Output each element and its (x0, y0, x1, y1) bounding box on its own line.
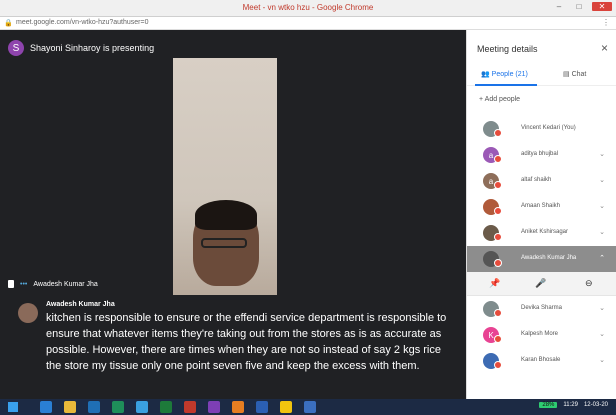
chevron-down-icon[interactable]: ⌄ (599, 356, 605, 364)
app-icon[interactable] (136, 401, 148, 413)
mute-participant-icon[interactable]: 🎤 (535, 278, 546, 289)
active-tab-indicator (475, 84, 537, 86)
battery-indicator[interactable]: 28% (539, 402, 558, 408)
participant-row[interactable]: Vincent Kedari (You) (467, 116, 616, 142)
caption-speaker-name: Awadesh Kumar Jha (46, 301, 115, 308)
mic-off-icon (494, 207, 502, 215)
participant-actions: 📌 🎤 ⊖ (467, 272, 616, 296)
address-bar[interactable]: 🔒 meet.google.com/vn-wtko-hzu?authuser=0… (0, 17, 616, 30)
meeting-details-panel: Meeting details × 👥 People (21) ▤ Chat +… (466, 30, 616, 399)
mic-off-icon (494, 155, 502, 163)
panel-tabs: 👥 People (21) ▤ Chat (467, 66, 616, 86)
chevron-down-icon[interactable]: ⌄ (599, 330, 605, 338)
taskbar-apps (40, 401, 316, 413)
browser-menu-icon[interactable]: ⋮ (602, 18, 610, 27)
mic-off-icon (494, 259, 502, 267)
clock-time[interactable]: 11:29 (563, 402, 578, 408)
window-title: Meet - vn wtko hzu - Google Chrome (242, 3, 374, 12)
presenter-indicator: S Shayoni Sinharoy is presenting (8, 40, 154, 56)
add-people-label: Add people (484, 96, 521, 103)
captions-panel: Awadesh Kumar Jha kitchen is responsible… (0, 295, 466, 399)
outlook-icon[interactable] (88, 401, 100, 413)
tab-people[interactable]: 👥 People (21) (481, 70, 528, 78)
chevron-down-icon[interactable]: ⌄ (599, 228, 605, 236)
people-icon: 👥 (481, 71, 490, 78)
chevron-down-icon[interactable]: ⌄ (599, 304, 605, 312)
url-text[interactable]: meet.google.com/vn-wtko-hzu?authuser=0 (16, 19, 149, 26)
close-window-button[interactable]: ✕ (592, 2, 612, 11)
app-icon[interactable] (112, 401, 124, 413)
word-icon[interactable] (256, 401, 268, 413)
firefox-icon[interactable] (232, 401, 244, 413)
chevron-down-icon[interactable]: ⌄ (599, 202, 605, 210)
participant-row[interactable]: Karan Bhosale ⌄ (467, 348, 616, 374)
onenote-icon[interactable] (208, 401, 220, 413)
mic-off-icon (494, 361, 502, 369)
participant-name: Karan Bhosale (521, 357, 561, 363)
file-explorer-icon[interactable] (64, 401, 76, 413)
caption-speaker-avatar (18, 303, 38, 323)
speaker-strip: ••• Awadesh Kumar Jha (8, 280, 98, 288)
mic-off-icon (494, 181, 502, 189)
participant-name: Aniket Kshirsagar (521, 229, 569, 235)
presenter-text: Shayoni Sinharoy is presenting (30, 43, 155, 53)
participant-name: altaf shaikh (521, 177, 552, 183)
participant-list: Vincent Kedari (You) a aditya bhujbal ⌄ … (467, 116, 616, 374)
start-icon[interactable] (8, 402, 18, 412)
panel-title: Meeting details (477, 44, 538, 54)
chevron-down-icon[interactable]: ⌄ (599, 176, 605, 184)
chrome-icon[interactable] (280, 401, 292, 413)
mic-off-icon (494, 309, 502, 317)
mic-off-icon (494, 129, 502, 137)
tab-chat-label: Chat (571, 71, 587, 78)
caption-text: kitchen is responsible to ensure or the … (46, 312, 447, 372)
excel-icon[interactable] (160, 401, 172, 413)
edge-icon[interactable] (40, 401, 52, 413)
tab-chat[interactable]: ▤ Chat (563, 70, 586, 78)
participant-row[interactable]: Amaan Shaikh ⌄ (467, 194, 616, 220)
maximize-button[interactable]: □ (572, 2, 586, 11)
chevron-up-icon[interactable]: ⌃ (599, 254, 605, 262)
remove-participant-icon[interactable]: ⊖ (585, 278, 593, 289)
presenter-avatar: S (8, 40, 24, 56)
mic-off-icon (494, 233, 502, 241)
participant-row[interactable]: a aditya bhujbal ⌄ (467, 142, 616, 168)
audio-level-icon: ••• (20, 280, 28, 288)
tab-people-label: People (21) (491, 71, 528, 78)
participant-row-selected[interactable]: Awadesh Kumar Jha ⌃ (467, 246, 616, 272)
chevron-down-icon[interactable]: ⌄ (599, 150, 605, 158)
participant-row[interactable]: K Kalpesh More ⌄ (467, 322, 616, 348)
system-tray: 28% 11:29 12-03-20 (539, 402, 608, 408)
person-hair (195, 200, 257, 230)
windows-taskbar: 28% 11:29 12-03-20 (0, 399, 616, 415)
window-controls: – □ ✕ (552, 2, 612, 11)
minimize-button[interactable]: – (552, 2, 566, 11)
mic-off-icon (494, 335, 502, 343)
person-glasses (201, 238, 247, 248)
chat-icon: ▤ (563, 71, 570, 78)
pin-icon (8, 280, 14, 288)
participant-name: Amaan Shaikh (521, 203, 561, 209)
participant-name: Vincent Kedari (You) (521, 125, 576, 131)
speaker-name: Awadesh Kumar Jha (33, 280, 98, 288)
participant-name: Kalpesh More (521, 331, 559, 337)
window-titlebar: Meet - vn wtko hzu - Google Chrome – □ ✕ (0, 0, 616, 17)
word-doc-icon[interactable] (304, 401, 316, 413)
participant-row[interactable]: Devika Sharma ⌄ (467, 296, 616, 322)
pin-participant-icon[interactable]: 📌 (489, 278, 500, 289)
add-person-icon: + (479, 96, 484, 103)
lock-icon: 🔒 (4, 20, 13, 27)
participant-row[interactable]: a altaf shaikh ⌄ (467, 168, 616, 194)
participant-row[interactable]: Aniket Kshirsagar ⌄ (467, 220, 616, 246)
acrobat-icon[interactable] (184, 401, 196, 413)
close-panel-icon[interactable]: × (601, 41, 608, 55)
shared-video (173, 58, 277, 295)
add-people-button[interactable]: + Add people (479, 96, 520, 103)
participant-name: aditya bhujbal (521, 151, 559, 157)
clock-date: 12-03-20 (583, 402, 608, 408)
participant-name: Devika Sharma (521, 305, 563, 311)
meeting-stage: S Shayoni Sinharoy is presenting ••• Awa… (0, 30, 466, 295)
participant-name: Awadesh Kumar Jha (521, 255, 577, 261)
